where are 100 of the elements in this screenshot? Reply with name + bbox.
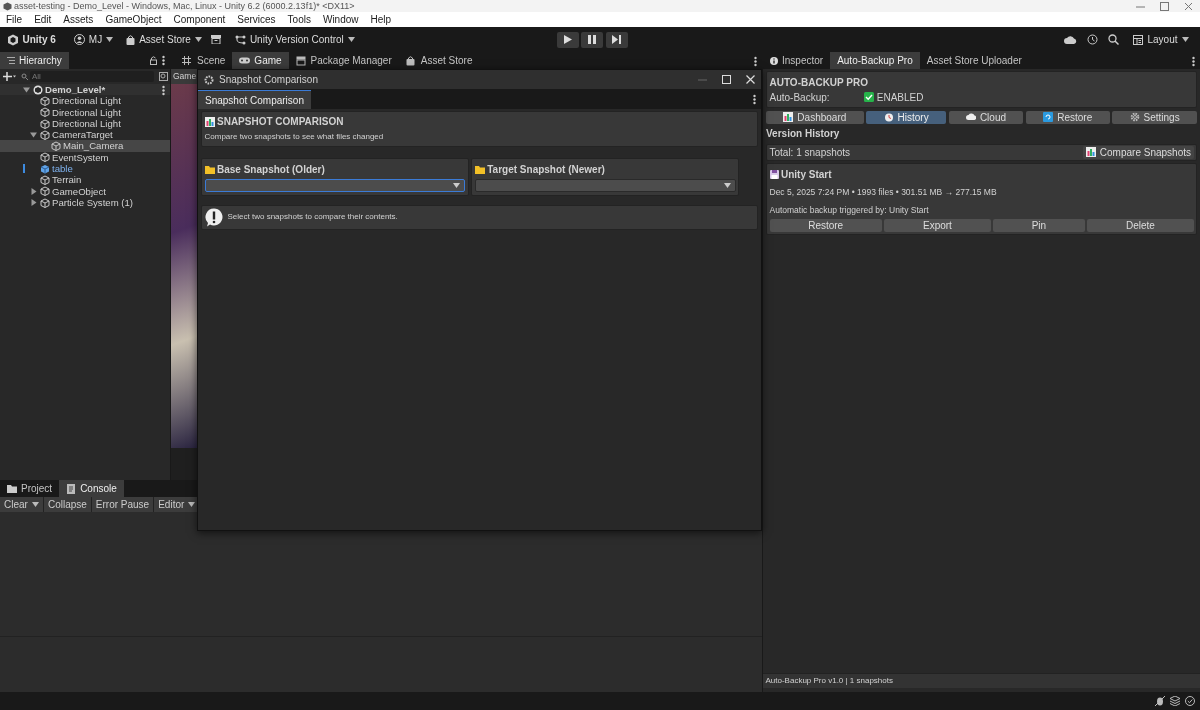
pause-button[interactable]	[581, 31, 604, 48]
chart-icon	[204, 116, 215, 127]
hierarchy-item[interactable]: Directional Light	[0, 117, 170, 130]
expand-toggle-icon[interactable]	[30, 131, 37, 138]
step-button[interactable]	[605, 31, 628, 48]
gear-icon	[1129, 112, 1140, 122]
snapshot-action-button[interactable]: Pin	[993, 218, 1085, 232]
search-field[interactable]: All	[30, 71, 154, 82]
hierarchy-item[interactable]: Directional Light	[0, 106, 170, 118]
view-tab[interactable]: Asset Store	[398, 52, 480, 69]
pause-icon	[588, 35, 597, 44]
panel-tab[interactable]: History	[866, 110, 946, 124]
panel-tab[interactable]: Settings	[1112, 110, 1197, 124]
more-options-icon[interactable]	[162, 55, 165, 66]
hierarchy-item[interactable]: Terrain	[0, 174, 170, 186]
search-icon[interactable]	[1108, 34, 1120, 45]
more-options-icon[interactable]	[162, 84, 165, 96]
unity-logo-icon	[6, 33, 19, 46]
play-icon	[563, 35, 572, 44]
caret-icon	[31, 502, 39, 507]
panel-tab[interactable]: Cloud	[948, 110, 1024, 124]
warning-bubble-icon	[204, 207, 223, 227]
more-options-icon[interactable]	[754, 55, 757, 67]
hierarchy-item[interactable]: table	[0, 163, 170, 175]
scene-search-icon[interactable]	[158, 72, 168, 81]
add-icon[interactable]	[2, 72, 16, 81]
window-heading: SNAPSHOT COMPARISON	[217, 115, 344, 129]
info-message: Select two snapshots to compare their contents.	[227, 211, 398, 223]
menu-item[interactable]: Tools	[281, 12, 317, 27]
snapshot-action-button[interactable]: Restore	[769, 218, 882, 232]
hierarchy-item[interactable]: Main_Camera	[0, 140, 170, 152]
account-button[interactable]: MJ	[69, 29, 118, 50]
asset-store-button[interactable]: Asset Store	[122, 29, 206, 50]
hierarchy-item[interactable]: GameObject	[0, 185, 170, 197]
cube-icon	[40, 152, 50, 163]
window-tab[interactable]: Snapshot Comparison	[198, 90, 311, 109]
gamepad-icon	[239, 55, 251, 66]
menu-item[interactable]: Assets	[57, 12, 100, 27]
hierarchy-tab[interactable]: Hierarchy	[0, 52, 69, 69]
checkbox[interactable]	[864, 92, 875, 102]
search-icon	[20, 73, 28, 80]
lock-icon[interactable]	[150, 56, 157, 65]
gear-icon	[204, 74, 214, 85]
history-icon[interactable]	[1087, 34, 1099, 45]
unity-button[interactable]: Unity 6	[2, 29, 60, 50]
expand-toggle-icon[interactable]	[30, 199, 37, 207]
inspector-tab[interactable]: Auto-Backup Pro	[830, 52, 920, 69]
cloud-icon[interactable]	[1064, 35, 1078, 44]
expand-toggle-icon[interactable]	[23, 86, 30, 93]
stopwatch-icon	[883, 112, 894, 122]
view-tab[interactable]: Scene	[175, 52, 233, 69]
caret-icon	[453, 183, 461, 188]
snapshot-name: Unity Start	[781, 168, 832, 182]
shopping-bag-icon	[405, 55, 417, 66]
check-circle-icon[interactable]	[1185, 696, 1195, 706]
list-icon	[7, 57, 15, 64]
menu-item[interactable]: Component	[167, 12, 232, 27]
menu-item[interactable]: Help	[364, 12, 398, 27]
info-icon	[770, 56, 778, 65]
play-button[interactable]	[556, 31, 579, 48]
menu-item[interactable]: Edit	[28, 12, 58, 27]
window-title: asset-testing - Demo_Level - Windows, Mac, Linux - Unity 6.2 (6000.2.13f1)* <DX11>	[14, 0, 355, 12]
snapshot-action-button[interactable]: Delete	[1087, 218, 1194, 232]
package-icon	[295, 55, 307, 66]
inspector-tab[interactable]: Asset Store Uploader	[919, 52, 1029, 69]
version-control-button[interactable]: Unity Version Control	[230, 29, 359, 50]
snapshot-action-button[interactable]: Export	[884, 218, 991, 232]
section-heading: Version History	[766, 127, 841, 141]
view-tab[interactable]: Game	[232, 52, 289, 69]
scene-name: Demo_Level*	[45, 84, 106, 96]
menu-item[interactable]: Window	[316, 12, 365, 27]
view-tab[interactable]: Package Manager	[288, 52, 399, 69]
inspector-tab[interactable]: Inspector	[763, 52, 831, 69]
panel-tab[interactable]: Project	[0, 480, 60, 497]
cloud-icon	[965, 112, 976, 122]
panel-tab[interactable]: Restore	[1025, 110, 1110, 124]
archive-icon[interactable]	[210, 35, 221, 44]
stack-icon[interactable]	[1170, 696, 1180, 706]
more-options-icon[interactable]	[753, 94, 756, 106]
menu-item[interactable]: File	[0, 12, 29, 27]
selector-label: Target Snapshot (Newer)	[487, 162, 605, 177]
compare-snapshots-button[interactable]: Compare Snapshots	[1083, 145, 1194, 159]
hierarchy-item[interactable]: EventSystem	[0, 151, 170, 164]
hierarchy-item[interactable]: Directional Light	[0, 95, 170, 107]
snapshot-note: Automatic backup triggered by: Unity Start	[769, 203, 930, 217]
menu-item[interactable]: Services	[231, 12, 282, 27]
selector-label: Base Snapshot (Older)	[217, 162, 325, 177]
snapshot-total: Total: 1 snapshots	[769, 145, 851, 160]
cube-icon	[40, 118, 50, 129]
more-options-icon[interactable]	[1192, 55, 1195, 67]
menu-item[interactable]: GameObject	[99, 12, 168, 27]
expand-toggle-icon[interactable]	[30, 187, 37, 195]
cube-icon	[51, 141, 61, 152]
footer-text: Auto-Backup Pro v1.0 | 1 snapshots	[765, 675, 893, 687]
shopping-bag-icon	[126, 34, 136, 45]
panel-tab[interactable]: Console	[59, 480, 124, 497]
panel-tab[interactable]: Dashboard	[766, 110, 864, 124]
layout-button[interactable]: Layout	[1129, 29, 1193, 50]
hierarchy-item[interactable]: CameraTarget	[0, 129, 170, 141]
hierarchy-item[interactable]: Particle System (1)	[0, 196, 170, 209]
